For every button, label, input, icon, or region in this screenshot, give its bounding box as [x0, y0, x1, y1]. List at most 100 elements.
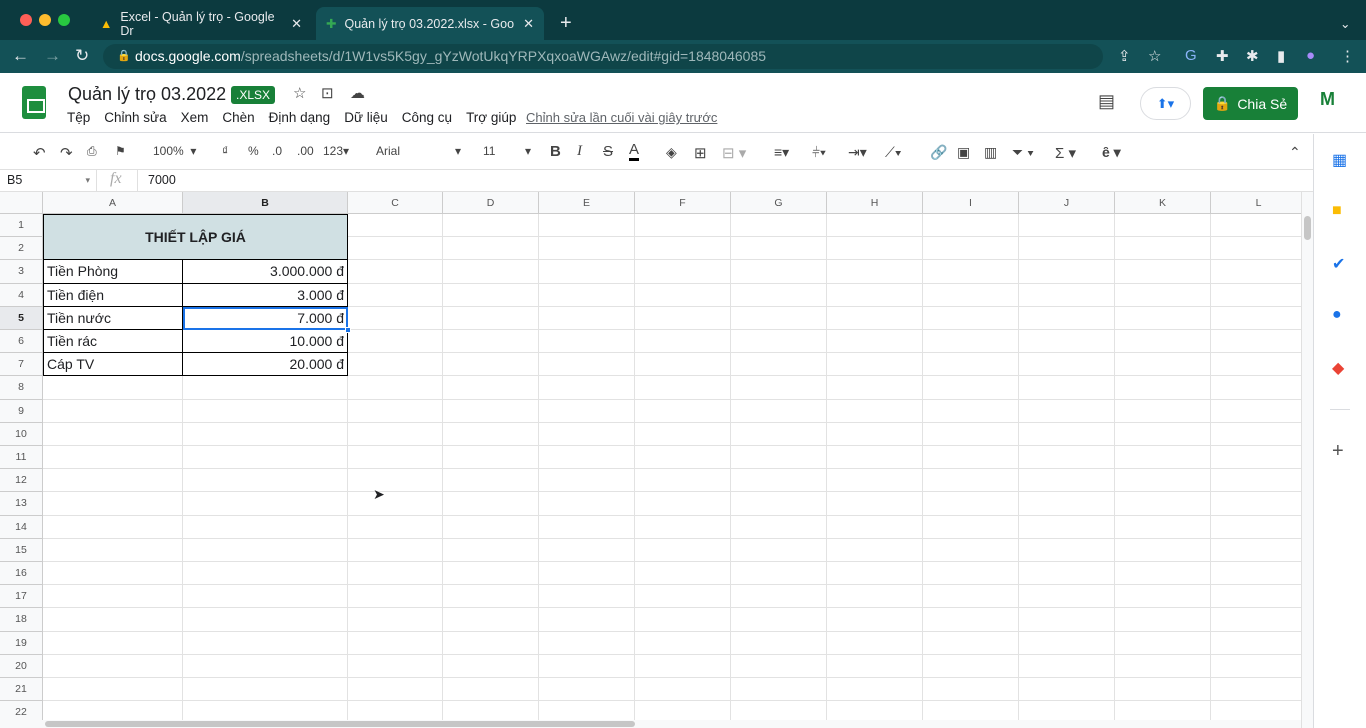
cell[interactable] — [1211, 562, 1301, 586]
cell[interactable] — [1019, 214, 1115, 238]
cell[interactable] — [443, 678, 539, 702]
cell[interactable] — [827, 538, 923, 562]
cell[interactable] — [43, 585, 183, 609]
cell[interactable] — [443, 492, 539, 516]
cell[interactable] — [539, 283, 635, 307]
italic-icon[interactable]: I — [577, 143, 582, 160]
label-cell[interactable]: Tiền nước — [43, 306, 183, 330]
cell[interactable] — [1019, 469, 1115, 493]
share-button[interactable]: 🔒 Chia Sẻ — [1203, 87, 1298, 120]
cell[interactable] — [539, 376, 635, 400]
cell[interactable] — [183, 538, 348, 562]
spreadsheet-grid[interactable]: A B C D E F G H I J K L 1 2 3 4 5 6 7 8 9 10 11 12 13 14 15 16 17 18 1… — [0, 192, 1301, 720]
cell[interactable] — [827, 353, 923, 377]
cell[interactable] — [827, 237, 923, 261]
row-header[interactable]: 4 — [0, 283, 43, 307]
cell[interactable] — [43, 492, 183, 516]
cell[interactable] — [1019, 701, 1115, 720]
cell[interactable] — [1115, 678, 1211, 702]
cell[interactable] — [539, 678, 635, 702]
cell[interactable] — [539, 237, 635, 261]
cell[interactable] — [348, 283, 443, 307]
header-cell[interactable]: THIẾT LẬP GIÁ — [43, 214, 348, 261]
cell[interactable] — [827, 214, 923, 238]
cell[interactable] — [443, 283, 539, 307]
menu-tools[interactable]: Công cụ — [402, 110, 452, 125]
cell[interactable] — [539, 306, 635, 330]
cell[interactable] — [43, 608, 183, 632]
cell[interactable] — [635, 562, 731, 586]
cell[interactable] — [1115, 608, 1211, 632]
cell[interactable] — [923, 422, 1019, 446]
cell[interactable] — [43, 515, 183, 539]
keep-icon[interactable]: ■ — [1332, 202, 1342, 220]
cell[interactable] — [1019, 353, 1115, 377]
column-header-A[interactable]: A — [43, 192, 183, 214]
cell[interactable] — [443, 585, 539, 609]
column-header-G[interactable]: G — [731, 192, 827, 214]
cell[interactable] — [348, 214, 443, 238]
calendar-icon[interactable]: ▦ — [1332, 150, 1347, 170]
cell[interactable] — [183, 608, 348, 632]
filter-icon[interactable]: ⏷ ▾ — [1012, 144, 1034, 161]
cell[interactable] — [923, 492, 1019, 516]
cell[interactable] — [348, 237, 443, 261]
print-icon[interactable]: ⎙ — [87, 144, 97, 159]
cell[interactable] — [1019, 562, 1115, 586]
cell[interactable] — [348, 701, 443, 720]
close-tab-icon[interactable]: ✕ — [523, 16, 534, 32]
row-header[interactable]: 13 — [0, 492, 43, 516]
move-folder-icon[interactable]: ⊡ — [321, 84, 334, 102]
row-header[interactable]: 2 — [0, 237, 43, 261]
cell[interactable] — [539, 260, 635, 284]
merge-cells-icon[interactable]: ⊟ ▾ — [722, 144, 746, 162]
cell[interactable] — [731, 654, 827, 678]
menu-data[interactable]: Dữ liệu — [344, 110, 388, 125]
cell[interactable] — [539, 492, 635, 516]
addon-logo-icon[interactable]: M — [1320, 89, 1335, 110]
cell[interactable] — [731, 678, 827, 702]
cell[interactable] — [539, 330, 635, 354]
cell[interactable] — [731, 353, 827, 377]
redo-icon[interactable]: ↷ — [60, 144, 73, 162]
cell[interactable] — [923, 353, 1019, 377]
percent-format-button[interactable]: % — [248, 144, 259, 158]
cell[interactable] — [923, 306, 1019, 330]
cell[interactable] — [539, 515, 635, 539]
cell[interactable] — [183, 515, 348, 539]
cell[interactable] — [923, 562, 1019, 586]
cell[interactable] — [923, 283, 1019, 307]
cell[interactable] — [731, 585, 827, 609]
cell[interactable] — [539, 701, 635, 720]
formula-input[interactable]: 7000 — [137, 170, 1307, 191]
cell[interactable] — [923, 585, 1019, 609]
cell[interactable] — [539, 631, 635, 655]
menu-edit[interactable]: Chỉnh sửa — [104, 110, 166, 125]
cell[interactable] — [539, 399, 635, 423]
cell[interactable] — [827, 562, 923, 586]
corner-select-all[interactable] — [0, 192, 43, 214]
cell[interactable] — [1115, 353, 1211, 377]
cell[interactable] — [923, 538, 1019, 562]
cell[interactable] — [348, 446, 443, 470]
label-cell[interactable]: Tiền rác — [43, 330, 183, 354]
cell[interactable] — [1115, 538, 1211, 562]
cell[interactable] — [348, 654, 443, 678]
row-header[interactable]: 12 — [0, 469, 43, 493]
cell[interactable] — [731, 701, 827, 720]
cell[interactable] — [635, 678, 731, 702]
tab-search-icon[interactable]: ⌄ — [1330, 7, 1360, 40]
browser-tab-sheets[interactable]: ✚ Quản lý trọ 03.2022.xlsx - Goo ✕ — [316, 7, 544, 40]
cell[interactable] — [923, 608, 1019, 632]
cell[interactable] — [635, 422, 731, 446]
cell[interactable] — [1019, 422, 1115, 446]
last-edit-link[interactable]: Chỉnh sửa lần cuối vài giây trước — [526, 110, 717, 125]
increase-decimal-button[interactable]: .00 — [297, 144, 314, 158]
cell[interactable] — [43, 538, 183, 562]
cell[interactable] — [348, 608, 443, 632]
row-header[interactable]: 18 — [0, 608, 43, 632]
maximize-window-button[interactable] — [58, 14, 70, 26]
column-header-D[interactable]: D — [443, 192, 539, 214]
collapse-toolbar-icon[interactable]: ⌃ — [1289, 144, 1301, 161]
cell[interactable] — [635, 260, 731, 284]
